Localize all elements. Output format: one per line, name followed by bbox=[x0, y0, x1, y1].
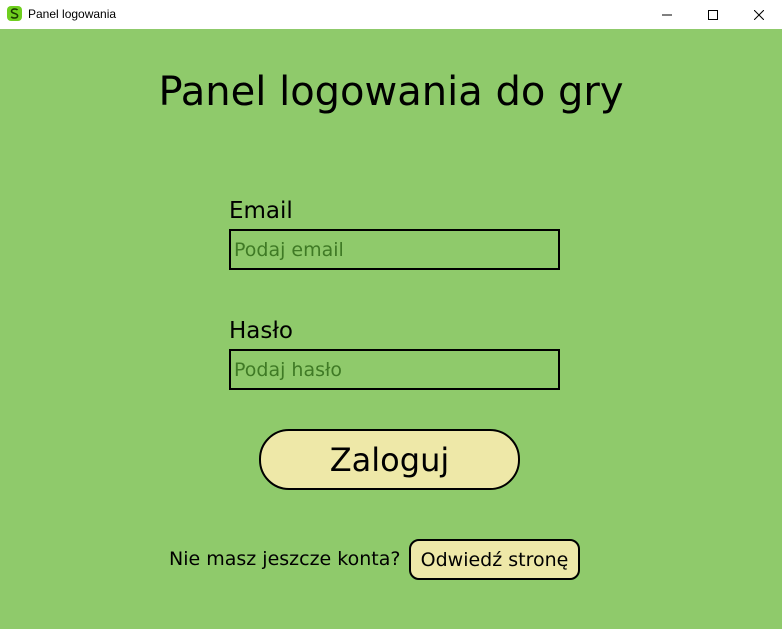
close-icon bbox=[754, 9, 764, 20]
maximize-button[interactable] bbox=[690, 0, 736, 29]
password-label: Hasło bbox=[229, 318, 293, 344]
window-title: Panel logowania bbox=[28, 7, 117, 21]
visit-site-button[interactable]: Odwiedź stronę bbox=[409, 539, 580, 580]
minimize-icon bbox=[662, 14, 672, 15]
email-input[interactable] bbox=[229, 229, 560, 270]
close-button[interactable] bbox=[736, 0, 782, 29]
email-label: Email bbox=[229, 198, 293, 224]
page-title: Panel logowania do gry bbox=[158, 69, 624, 115]
password-input[interactable] bbox=[229, 349, 560, 390]
register-prompt: Nie masz jeszcze konta? bbox=[169, 548, 401, 570]
app-s-icon bbox=[7, 6, 22, 21]
minimize-button[interactable] bbox=[644, 0, 690, 29]
maximize-icon bbox=[708, 9, 718, 20]
login-button[interactable]: Zaloguj bbox=[259, 429, 520, 490]
login-window: Panel logowania Panel logowania do gry E… bbox=[0, 0, 782, 629]
title-bar[interactable]: Panel logowania bbox=[0, 0, 782, 29]
